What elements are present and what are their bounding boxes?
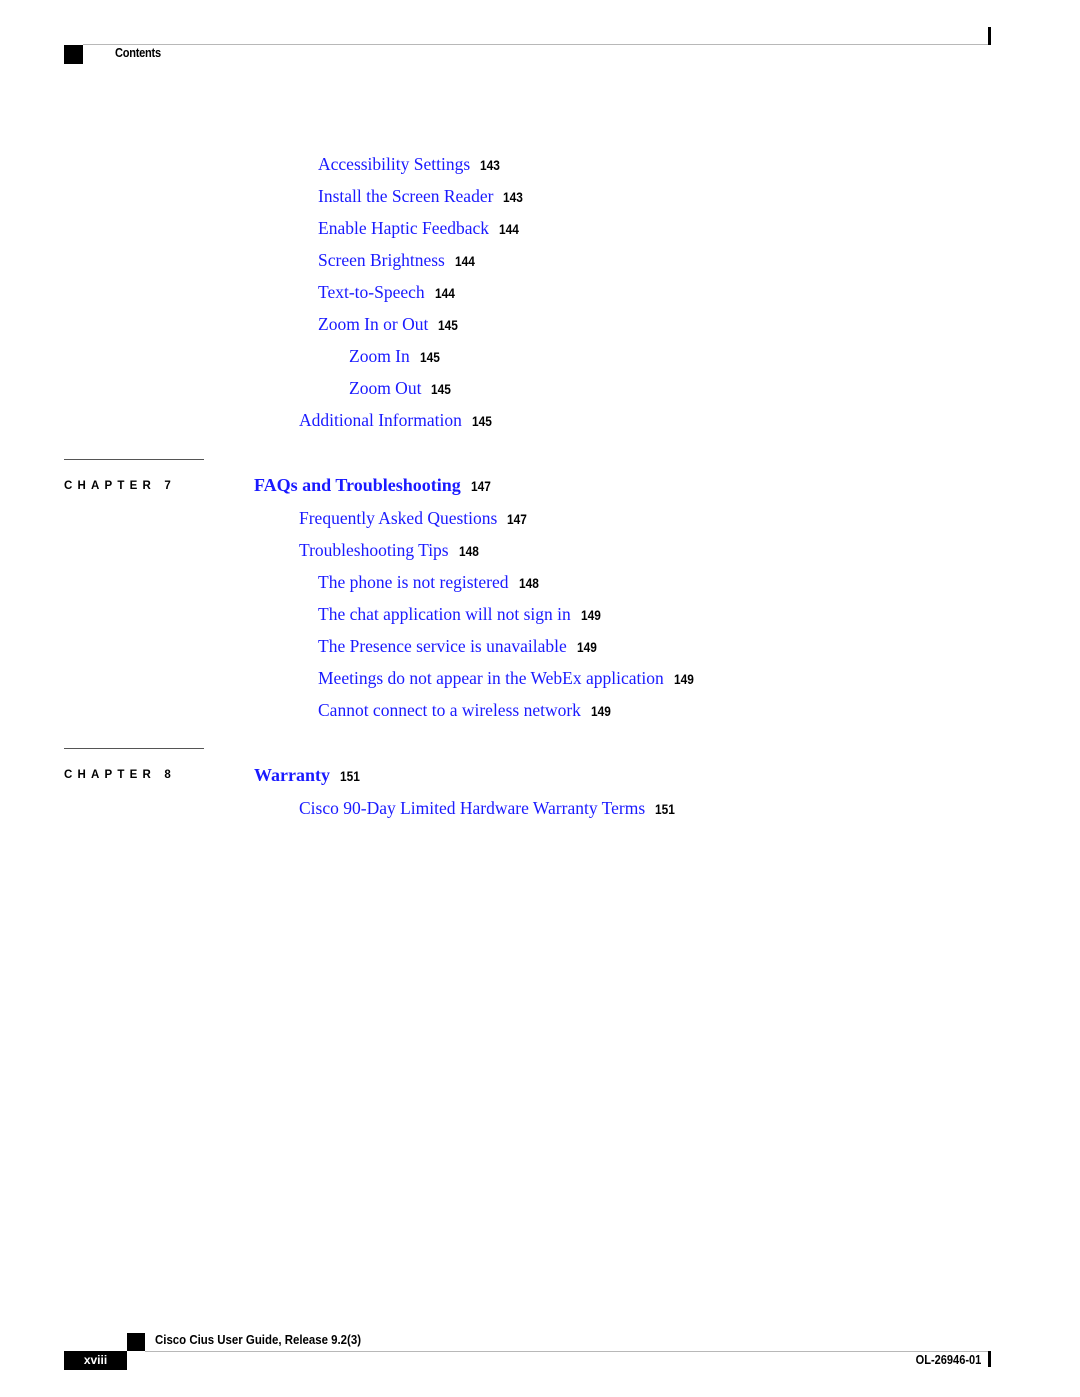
toc-entry-page: 149: [576, 639, 597, 655]
toc-entry[interactable]: Enable Haptic Feedback 144: [318, 217, 522, 240]
toc-entry-page: 144: [434, 285, 455, 301]
toc-entry[interactable]: Zoom In 145: [349, 345, 443, 368]
chapter-title[interactable]: Warranty: [254, 765, 330, 785]
toc-entry-title[interactable]: The phone is not registered: [318, 572, 509, 592]
toc-entry-page: 147: [507, 511, 528, 527]
toc-entry-page: 143: [503, 189, 524, 205]
chapter-page: 147: [470, 478, 491, 494]
toc-entry-page: 143: [480, 157, 501, 173]
footer-doc-number: OL-26946-01: [915, 1352, 981, 1367]
toc-entry-page: 149: [590, 703, 611, 719]
footer-book-title: Cisco Cius User Guide, Release 9.2(3): [155, 1332, 362, 1347]
toc-entry-title[interactable]: Troubleshooting Tips: [299, 540, 449, 560]
toc-entry-page: 144: [454, 253, 475, 269]
toc-entry[interactable]: Zoom In or Out 145: [318, 313, 462, 336]
toc-entry[interactable]: Frequently Asked Questions 147: [299, 507, 531, 530]
toc-entry-title[interactable]: Zoom Out: [349, 378, 421, 398]
toc-entry[interactable]: The Presence service is unavailable 149: [318, 635, 600, 658]
toc-entry-page: 145: [419, 349, 440, 365]
toc-entry-title[interactable]: Accessibility Settings: [318, 154, 470, 174]
toc-entry-title[interactable]: Meetings do not appear in the WebEx appl…: [318, 668, 664, 688]
chapter-rule: [64, 748, 204, 749]
toc-entry-title[interactable]: Frequently Asked Questions: [299, 508, 497, 528]
chapter-rule: [64, 459, 204, 460]
toc-entry-title[interactable]: Enable Haptic Feedback: [318, 218, 489, 238]
toc-entry-page: 149: [673, 671, 694, 687]
toc-entry[interactable]: Cisco 90-Day Limited Hardware Warranty T…: [299, 797, 679, 820]
chapter-title[interactable]: FAQs and Troubleshooting: [254, 475, 461, 495]
toc-entry-page: 148: [458, 543, 479, 559]
header-tick-mark: [988, 27, 991, 45]
toc-entry-page: 145: [471, 413, 492, 429]
toc-entry[interactable]: Troubleshooting Tips 148: [299, 539, 482, 562]
toc-entry-title[interactable]: The chat application will not sign in: [318, 604, 571, 624]
footer-tick-mark: [988, 1351, 991, 1367]
toc-entry-page: 148: [518, 575, 539, 591]
footer-marker-block: [127, 1333, 145, 1351]
toc-entry[interactable]: Text-to-Speech 144: [318, 281, 458, 304]
header-marker-block: [64, 45, 83, 64]
toc-entry-title[interactable]: Text-to-Speech: [318, 282, 425, 302]
toc-entry-title[interactable]: The Presence service is unavailable: [318, 636, 567, 656]
toc-entry[interactable]: The chat application will not sign in 149: [318, 603, 604, 626]
toc-entry-title[interactable]: Cannot connect to a wireless network: [318, 700, 581, 720]
toc-entry[interactable]: Meetings do not appear in the WebEx appl…: [318, 667, 697, 690]
chapter-label: CHAPTER 7: [64, 480, 176, 492]
toc-entry-title[interactable]: Cisco 90-Day Limited Hardware Warranty T…: [299, 798, 645, 818]
toc-entry-title[interactable]: Install the Screen Reader: [318, 186, 493, 206]
toc-entry-title[interactable]: Screen Brightness: [318, 250, 445, 270]
toc-entry[interactable]: Cannot connect to a wireless network 149: [318, 699, 614, 722]
toc-entry[interactable]: Install the Screen Reader 143: [318, 185, 527, 208]
chapter-label: CHAPTER 8: [64, 769, 176, 781]
footer-rule: [145, 1351, 990, 1352]
chapter-page: 151: [340, 768, 360, 784]
toc-entry-page: 149: [580, 607, 601, 623]
toc-entry[interactable]: Accessibility Settings 143: [318, 153, 504, 176]
toc-entry[interactable]: The phone is not registered 148: [318, 571, 542, 594]
toc-entry-page: 151: [655, 801, 675, 817]
toc-entry[interactable]: Zoom Out 145: [349, 377, 455, 400]
toc-entry[interactable]: Screen Brightness 144: [318, 249, 478, 272]
footer-page-number: xviii: [64, 1351, 127, 1370]
header-rule: [83, 44, 990, 45]
toc-entry-title[interactable]: Zoom In: [349, 346, 410, 366]
toc-entry-page: 144: [499, 221, 519, 237]
toc-entry-title[interactable]: Zoom In or Out: [318, 314, 428, 334]
toc-entry-page: 145: [431, 381, 452, 397]
chapter-heading[interactable]: FAQs and Troubleshooting 147: [254, 474, 494, 497]
chapter-heading[interactable]: Warranty 151: [254, 764, 363, 787]
toc-entry-title[interactable]: Additional Information: [299, 410, 462, 430]
section-label: Contents: [115, 45, 161, 60]
toc-entry[interactable]: Additional Information 145: [299, 409, 495, 432]
toc-entry-page: 145: [438, 317, 459, 333]
